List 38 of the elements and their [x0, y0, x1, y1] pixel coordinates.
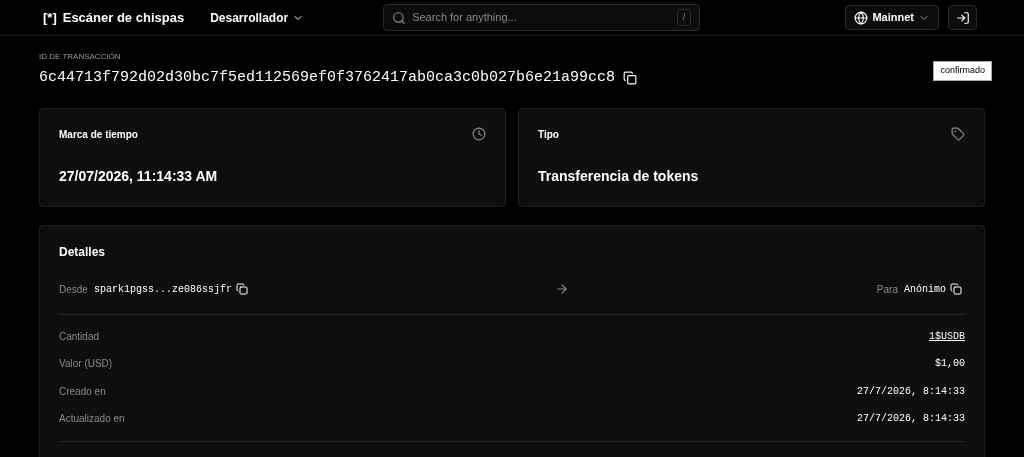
detail-label: Actualizado en — [59, 412, 125, 427]
network-selector[interactable]: Mainnet — [845, 5, 939, 30]
sign-in-icon — [955, 10, 970, 25]
card-value: 27/07/2026, 11:14:33 AM — [59, 166, 219, 186]
arrow-right-icon — [555, 282, 570, 296]
to-label: Para — [876, 282, 898, 297]
shortcut-key: / — [676, 8, 692, 27]
sign-in-button[interactable] — [948, 5, 977, 30]
brand-name[interactable]: Escáner de chispas — [62, 7, 185, 28]
detail-label: Cantidad — [59, 329, 100, 344]
detail-value: 27/7/2026, 8:14:33 — [856, 384, 965, 399]
copy-icon[interactable] — [623, 71, 638, 86]
search-field[interactable]: Search for anything... / — [383, 4, 701, 31]
developer-menu[interactable]: Desarrollador — [210, 8, 305, 27]
token-link[interactable]: $USDB — [935, 328, 965, 344]
detail-label: Creado en — [59, 384, 106, 399]
card-value: Transferencia de tokens — [538, 166, 700, 186]
card-label: Tipo — [538, 127, 559, 142]
status-badge: confirmado — [933, 61, 992, 81]
search-input[interactable]: Search for anything... — [412, 9, 671, 26]
copy-icon[interactable] — [235, 283, 248, 295]
from-label: Desde — [59, 282, 88, 297]
copy-icon[interactable] — [950, 283, 962, 295]
detail-label: Valor (USD) — [59, 357, 113, 372]
logo-mark[interactable]: [*] — [43, 7, 57, 28]
amount-value: 1 — [928, 329, 935, 344]
detail-value: 27/7/2026, 8:14:33 — [856, 412, 965, 427]
details-title: Detalles — [59, 243, 107, 261]
transaction-id: 6c44713f792d02d30bc7f5ed112569ef0f3762417ab0ca3c0b027b6e21a99cc8 — [39, 68, 616, 88]
detail-value: $1,00 — [935, 357, 965, 372]
search-icon — [392, 10, 407, 25]
clock-icon — [472, 127, 486, 141]
globe-icon — [854, 10, 869, 25]
from-address[interactable]: spark1pgss...ze086ssjfr — [93, 281, 232, 297]
tag-icon — [951, 127, 965, 141]
to-address: Anónimo — [904, 282, 946, 297]
transaction-id-label: ID DE TRANSACCIÓN — [39, 51, 122, 63]
card-label: Marca de tiempo — [59, 127, 138, 142]
